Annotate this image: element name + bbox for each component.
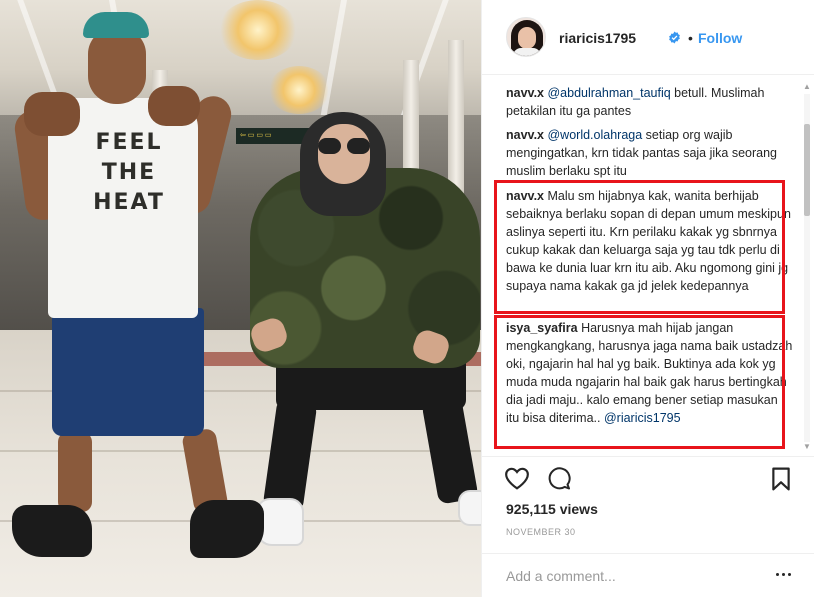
comment-mention[interactable]: @world.olahraga — [547, 128, 642, 142]
heart-icon[interactable] — [504, 466, 530, 490]
scrollbar-thumb[interactable] — [804, 124, 810, 216]
chandelier-2 — [268, 66, 330, 114]
comment-username[interactable]: isya_syafira — [506, 321, 578, 335]
comment-item: isya_syafira Harusnya mah hijab jangan m… — [506, 319, 794, 427]
comment-item: navv.x @abdulrahman_taufiq betull. Musli… — [506, 84, 794, 120]
woman-sneaker-right — [458, 490, 481, 526]
comment-mention[interactable]: @abdulrahman_taufiq — [547, 86, 670, 100]
comment-username[interactable]: navv.x — [506, 128, 544, 142]
shirt-print: FEEL THE HEAT — [93, 130, 165, 215]
man-cap — [83, 12, 149, 38]
comment-item: navv.x Malu sm hijabnya kak, wanita berh… — [506, 187, 794, 295]
comment-username[interactable]: navv.x — [506, 189, 544, 203]
comment-username[interactable]: navv.x — [506, 86, 544, 100]
post-date[interactable]: NOVEMBER 30 — [506, 527, 576, 537]
sunglasses — [318, 138, 370, 154]
comment-icon[interactable] — [546, 466, 572, 490]
verified-badge-icon — [669, 31, 680, 44]
comments-list[interactable]: navv.x @abdulrahman_taufiq betull. Musli… — [482, 76, 814, 456]
avatar[interactable] — [506, 17, 546, 57]
man-shoe-left — [12, 505, 92, 557]
post-actions: 925,115 views NOVEMBER 30 — [482, 456, 814, 596]
comment-mention[interactable]: @riaricis1795 — [604, 411, 681, 425]
follow-button[interactable]: Follow — [698, 30, 742, 46]
comment-text: Harusnya mah hijab jangan mengkangkang, … — [506, 321, 793, 425]
add-comment-input[interactable] — [506, 564, 756, 588]
post-header: riaricis1795 • Follow — [482, 0, 814, 75]
woman-face — [318, 124, 370, 184]
chandelier-1 — [218, 0, 298, 60]
man-head — [88, 28, 146, 104]
post-sidebar: riaricis1795 • Follow navv.x @abdulrahma… — [481, 0, 814, 597]
more-options-icon[interactable] — [775, 566, 793, 584]
post-photo[interactable]: ⇦ ▭ ▭ ▭ FEEL THE HEAT — [0, 0, 481, 597]
separator-dot: • — [688, 30, 693, 46]
comments-scrollbar[interactable]: ▲ ▼ — [802, 78, 812, 456]
man-shoe-right — [190, 500, 264, 558]
comment-item: navv.x @world.olahraga setiap org wajib … — [506, 126, 794, 180]
scroll-up-icon[interactable]: ▲ — [803, 82, 811, 91]
comment-text: Malu sm hijabnya kak, wanita berhijab se… — [506, 189, 791, 293]
bookmark-icon[interactable] — [771, 467, 791, 491]
add-comment-bar — [482, 553, 814, 597]
username-link[interactable]: riaricis1795 — [559, 30, 636, 46]
man-shorts — [52, 308, 204, 436]
view-count[interactable]: 925,115 views — [506, 501, 598, 517]
scroll-down-icon[interactable]: ▼ — [803, 442, 811, 451]
